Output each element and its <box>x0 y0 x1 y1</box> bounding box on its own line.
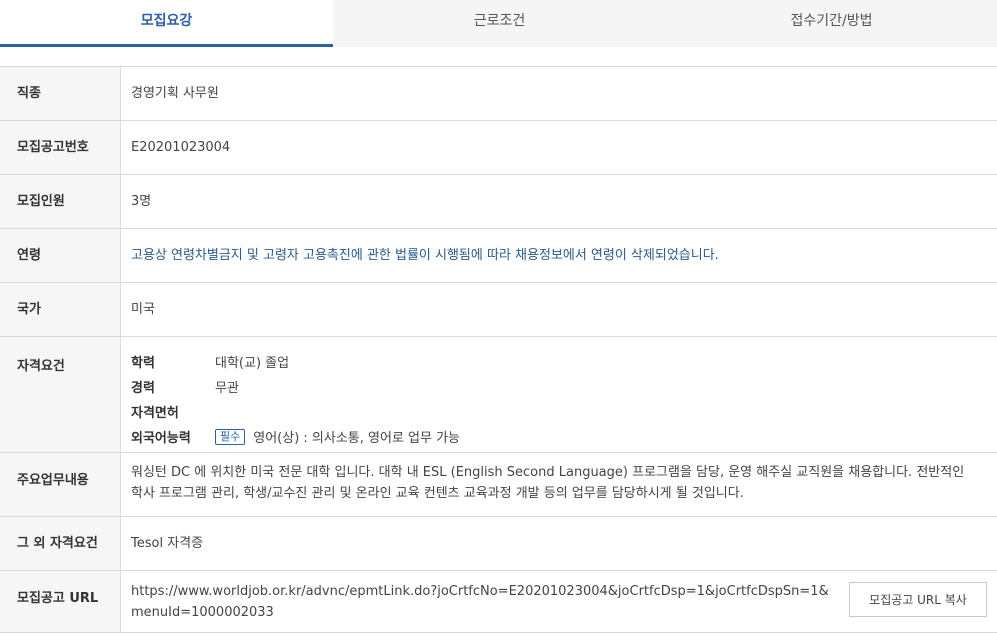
job-value: 경영기획 사무원 <box>131 86 219 101</box>
url-label: 모집공고 URL <box>0 571 121 632</box>
row-country: 국가 미국 <box>0 283 997 337</box>
row-duty: 주요업무내용 워싱턴 DC 에 위치한 미국 전문 대학 입니다. 대학 내 E… <box>0 453 997 517</box>
copy-url-button[interactable]: 모집공고 URL 복사 <box>849 582 987 617</box>
country-value: 미국 <box>131 302 155 317</box>
notice-number-value: E20201023004 <box>131 140 231 155</box>
row-headcount: 모집인원 3명 <box>0 175 997 229</box>
row-other-qualification: 그 외 자격요건 Tesol 자격증 <box>0 517 997 571</box>
notice-number-label: 모집공고번호 <box>0 121 121 174</box>
experience-label: 경력 <box>131 381 155 396</box>
age-label: 연령 <box>0 229 121 282</box>
country-label: 국가 <box>0 283 121 336</box>
education-label: 학력 <box>131 356 155 371</box>
other-qualification-value: Tesol 자격증 <box>131 536 204 551</box>
tab-working-conditions[interactable]: 근로조건 <box>333 0 666 47</box>
license-line: 자격면허 <box>131 399 997 424</box>
language-line: 외국어능력 필수 영어(상) : 의사소통, 영어로 업무 가능 <box>131 424 997 449</box>
url-value: https://www.worldjob.or.kr/advnc/epmtLin… <box>131 584 829 620</box>
language-value: 영어(상) : 의사소통, 영어로 업무 가능 <box>253 431 461 446</box>
tab-recruitment-guide[interactable]: 모집요강 <box>0 0 333 47</box>
row-qualification: 자격요건 학력 대학(교) 졸업 경력 무관 자격면허 외국어능력 필수 영어(… <box>0 337 997 453</box>
row-job: 직종 경영기획 사무원 <box>0 67 997 121</box>
tab-application-period[interactable]: 접수기간/방법 <box>666 0 997 47</box>
headcount-value: 3명 <box>131 194 152 209</box>
duty-value: 워싱턴 DC 에 위치한 미국 전문 대학 입니다. 대학 내 ESL (Eng… <box>131 465 965 501</box>
url-cell: https://www.worldjob.or.kr/advnc/epmtLin… <box>121 571 997 632</box>
age-value: 고용상 연령차별금지 및 고령자 고용촉진에 관한 법률이 시행됨에 따라 채용… <box>131 248 719 263</box>
qualification-value: 학력 대학(교) 졸업 경력 무관 자격면허 외국어능력 필수 영어(상) : … <box>121 337 997 452</box>
job-detail-table: 직종 경영기획 사무원 모집공고번호 E20201023004 모집인원 3명 … <box>0 66 997 633</box>
duty-label: 주요업무내용 <box>0 453 121 516</box>
education-value: 대학(교) 졸업 <box>215 356 290 371</box>
tab-bar: 모집요강 근로조건 접수기간/방법 <box>0 0 997 47</box>
experience-line: 경력 무관 <box>131 374 997 399</box>
row-age: 연령 고용상 연령차별금지 및 고령자 고용촉진에 관한 법률이 시행됨에 따라… <box>0 229 997 283</box>
language-label: 외국어능력 <box>131 431 191 446</box>
headcount-label: 모집인원 <box>0 175 121 228</box>
qualification-label: 자격요건 <box>0 337 121 452</box>
row-notice-number: 모집공고번호 E20201023004 <box>0 121 997 175</box>
required-badge: 필수 <box>215 428 246 445</box>
job-label: 직종 <box>0 67 121 120</box>
experience-value: 무관 <box>215 381 239 396</box>
education-line: 학력 대학(교) 졸업 <box>131 349 997 374</box>
row-url: 모집공고 URL https://www.worldjob.or.kr/advn… <box>0 571 997 633</box>
license-label: 자격면허 <box>131 406 179 421</box>
other-qualification-label: 그 외 자격요건 <box>0 517 121 570</box>
